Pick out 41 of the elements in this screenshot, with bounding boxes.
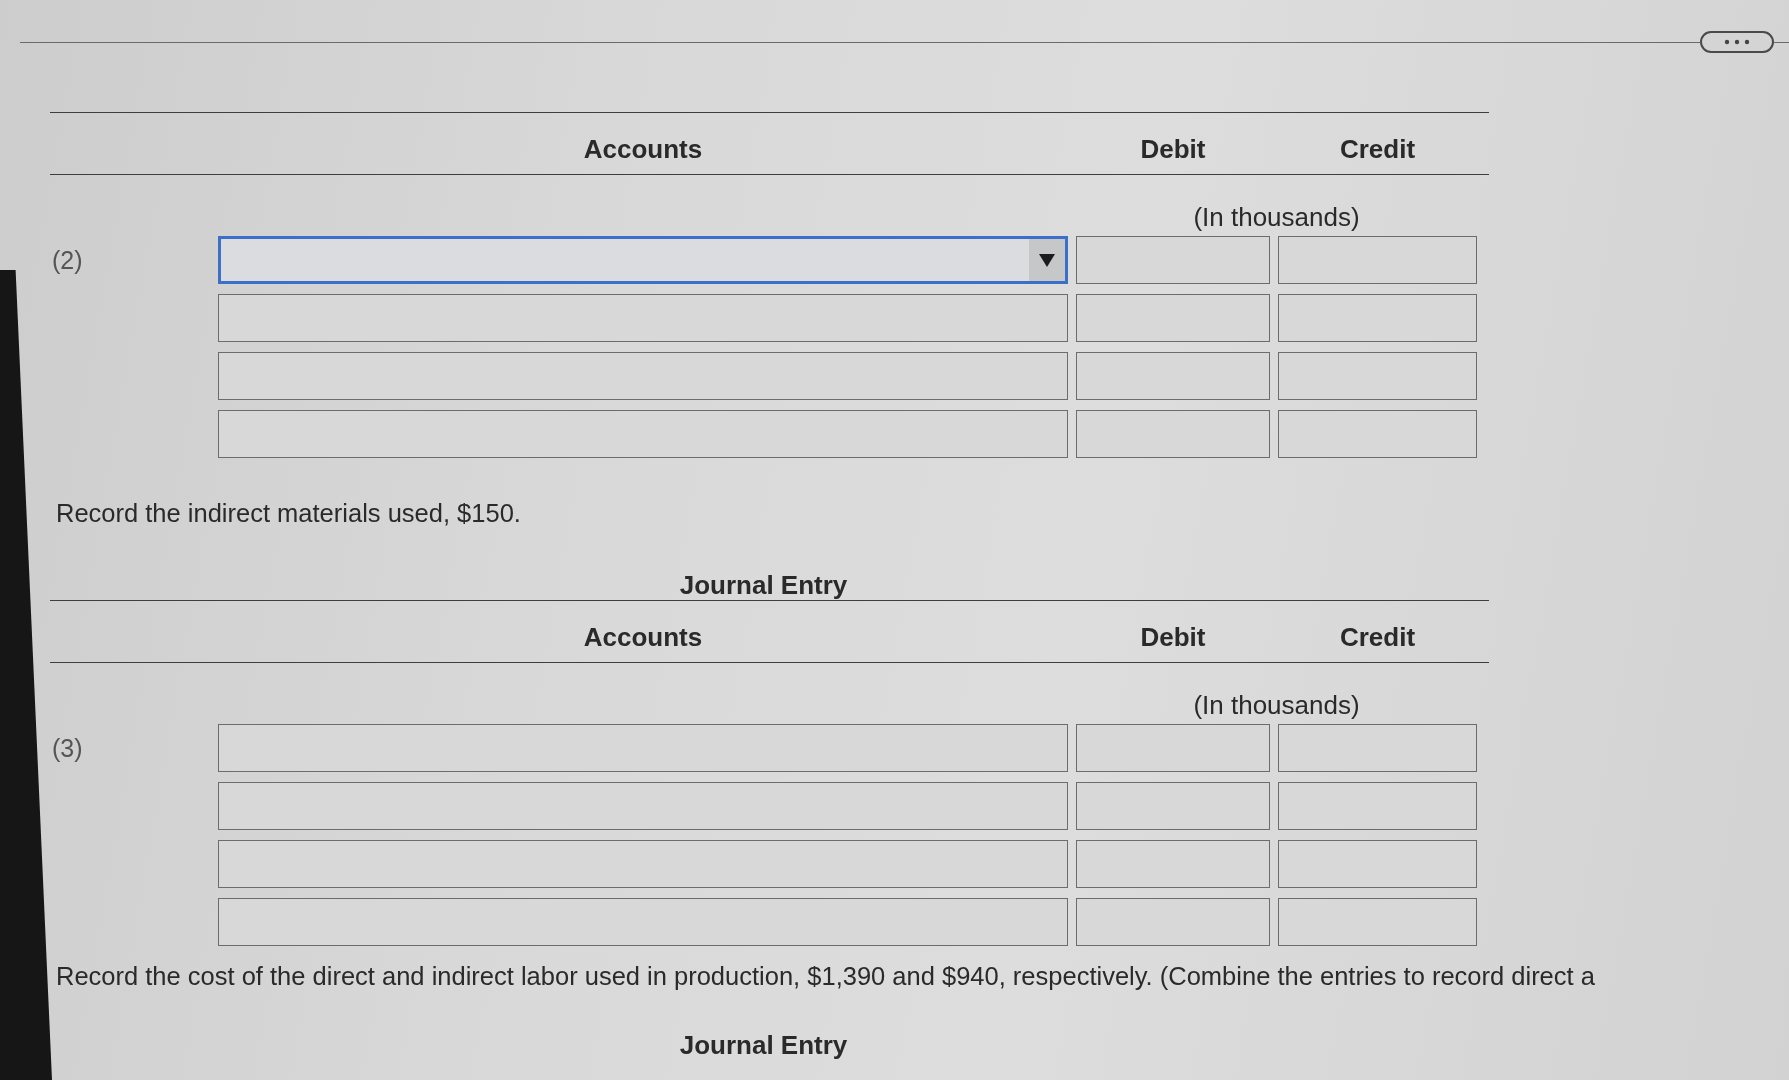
debit-field[interactable] [1076,294,1270,342]
credit-field[interactable] [1278,236,1477,284]
more-button[interactable] [1700,31,1774,53]
column-header: Credit [1339,622,1416,652]
entry-number: (3) [51,733,83,763]
debit-field[interactable] [1076,898,1270,946]
column-header: Accounts [583,134,703,164]
credit-field[interactable] [1278,782,1477,830]
debit-field[interactable] [1076,236,1270,284]
account-field[interactable] [218,840,1068,888]
caret-icon [1029,239,1065,281]
debit-field[interactable] [1076,782,1270,830]
account-field[interactable] [218,410,1068,458]
instruction-text: Record the cost of the direct and indirect labor used in production, $1,390 and $940, respectively. (Combine the entries to record direct a [56,961,1596,991]
account-field[interactable] [218,782,1068,830]
column-header: Accounts [583,622,703,652]
credit-field[interactable] [1278,352,1477,400]
debit-field[interactable] [1076,352,1270,400]
table-title: Journal Entry [679,570,848,600]
account-field[interactable] [218,352,1068,400]
credit-field[interactable] [1278,840,1477,888]
unit-note: (In thousands) [1193,689,1360,720]
credit-field[interactable] [1278,294,1477,342]
account-field[interactable] [218,724,1068,772]
column-header: Debit [1140,622,1206,652]
column-header: Credit [1339,134,1416,164]
debit-field[interactable] [1076,724,1270,772]
credit-field[interactable] [1278,410,1477,458]
entry-number: (2) [51,245,83,275]
credit-field[interactable] [1278,898,1477,946]
table-title: Journal Entry [679,1030,848,1060]
account-dropdown[interactable] [218,236,1068,284]
more-icon [1722,39,1752,45]
account-field[interactable] [218,898,1068,946]
credit-field[interactable] [1278,724,1477,772]
column-header: Debit [1140,134,1206,164]
instruction-text: Record the indirect materials used, $150. [56,498,522,528]
unit-note: (In thousands) [1193,201,1360,232]
debit-field[interactable] [1076,410,1270,458]
debit-field[interactable] [1076,840,1270,888]
account-field[interactable] [218,294,1068,342]
